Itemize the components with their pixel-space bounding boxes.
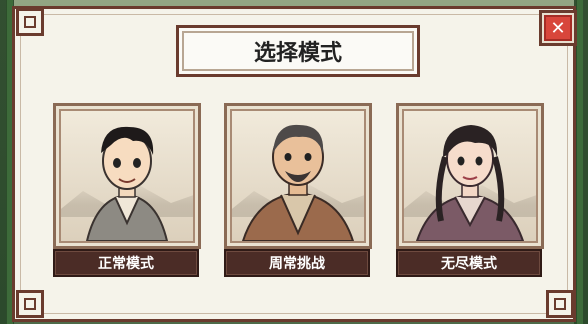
mode-button-weekly[interactable]: 周常挑战 [224, 249, 370, 277]
mode-label-weekly: 周常挑战 [269, 256, 325, 272]
mode-label-normal: 正常模式 [98, 256, 154, 272]
young-boy-figure [85, 126, 169, 241]
mode-label-endless: 无尽模式 [441, 256, 497, 272]
young-boy-portrait [59, 109, 195, 243]
young-woman-portrait [402, 109, 538, 243]
bearded-man-portrait [230, 109, 366, 243]
close-button[interactable]: ✕ [539, 10, 577, 46]
dialog-title-text: 选择模式 [253, 41, 342, 66]
mode-card-endless[interactable] [396, 103, 544, 249]
mode-button-endless[interactable]: 无尽模式 [396, 249, 542, 277]
corner-ornament [16, 8, 44, 36]
close-icon: ✕ [544, 15, 572, 41]
mode-card-normal[interactable] [53, 103, 201, 249]
mode-card-weekly[interactable] [224, 103, 372, 249]
bamboo-right [576, 0, 583, 324]
corner-ornament [16, 290, 44, 318]
corner-ornament [546, 290, 574, 318]
mode-button-normal[interactable]: 正常模式 [53, 249, 199, 277]
bearded-man-figure [241, 124, 355, 241]
dialog-title: 选择模式 [176, 25, 420, 77]
young-woman-figure [415, 125, 525, 241]
